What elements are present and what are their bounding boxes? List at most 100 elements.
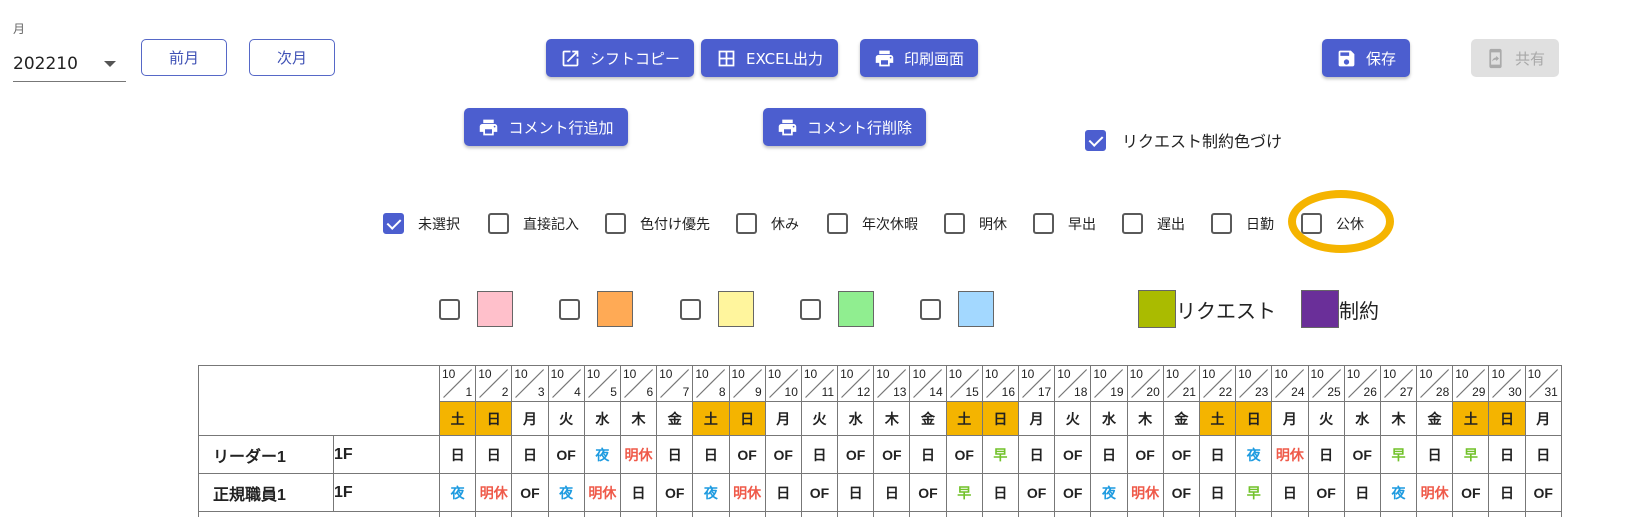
- shift-cell[interactable]: 夜: [438, 473, 477, 512]
- shift-cell[interactable]: 日: [800, 435, 839, 474]
- shift-cell[interactable]: OF: [1126, 435, 1164, 474]
- shift-cell[interactable]: 夜: [547, 473, 585, 512]
- shift-cell[interactable]: [1452, 511, 1490, 517]
- shift-cell[interactable]: 夜: [1235, 435, 1273, 474]
- shift-cell[interactable]: [1090, 511, 1128, 517]
- shift-cell[interactable]: OF: [1162, 435, 1200, 474]
- shift-cell[interactable]: 日: [909, 435, 947, 474]
- shift-cell[interactable]: 早: [1235, 473, 1273, 512]
- shift-cell[interactable]: OF: [1054, 473, 1092, 512]
- shift-cell[interactable]: 日: [981, 473, 1020, 512]
- shift-cell[interactable]: [1416, 511, 1454, 517]
- prev-month-button[interactable]: 前月: [141, 39, 227, 76]
- shift-cell[interactable]: OF: [873, 435, 911, 474]
- color-checkbox[interactable]: [800, 298, 821, 320]
- request-color-checkbox[interactable]: [1085, 129, 1106, 151]
- shift-cell[interactable]: 日: [1343, 473, 1381, 512]
- shift-cell[interactable]: [583, 511, 621, 517]
- shift-cell[interactable]: [800, 511, 839, 517]
- shift-cell[interactable]: 夜: [583, 435, 621, 474]
- shift-cell[interactable]: OF: [547, 435, 585, 474]
- shift-cell[interactable]: 早: [1379, 435, 1418, 474]
- shift-cell[interactable]: 明休: [583, 473, 621, 512]
- shift-cell[interactable]: 日: [1198, 435, 1237, 474]
- month-select[interactable]: 202210: [13, 46, 126, 82]
- shift-cell[interactable]: [909, 511, 947, 517]
- shift-cell[interactable]: [1235, 511, 1273, 517]
- filter-checkbox[interactable]: [1122, 213, 1143, 234]
- filter-checkbox[interactable]: [488, 213, 509, 234]
- shift-cell[interactable]: [1271, 511, 1309, 517]
- filter-checkbox[interactable]: [944, 213, 965, 234]
- color-option-yellow[interactable]: [680, 291, 754, 327]
- next-month-button[interactable]: 次月: [249, 39, 335, 76]
- shift-cell[interactable]: [619, 511, 658, 517]
- shift-cell[interactable]: 明休: [1416, 473, 1454, 512]
- color-checkbox[interactable]: [439, 298, 460, 320]
- shift-cell[interactable]: OF: [945, 435, 983, 474]
- shift-cell[interactable]: [1198, 511, 1237, 517]
- shift-cell[interactable]: [547, 511, 585, 517]
- shift-cell[interactable]: 夜: [692, 473, 730, 512]
- delete-comment-row-button[interactable]: コメント行削除: [763, 108, 926, 146]
- shift-cell[interactable]: 明休: [475, 473, 513, 512]
- shift-cell[interactable]: [1343, 511, 1381, 517]
- shift-cell[interactable]: [1162, 511, 1200, 517]
- shift-cell[interactable]: 日: [692, 435, 730, 474]
- shift-cell[interactable]: [1524, 511, 1562, 517]
- shift-cell[interactable]: OF: [837, 435, 875, 474]
- shift-cell[interactable]: 日: [1524, 435, 1562, 474]
- shift-cell[interactable]: 日: [438, 435, 477, 474]
- shift-cell[interactable]: OF: [656, 473, 694, 512]
- shift-cell[interactable]: 日: [619, 473, 658, 512]
- shift-cell[interactable]: 明休: [619, 435, 658, 474]
- shift-cell[interactable]: OF: [1017, 473, 1056, 512]
- color-option-green[interactable]: [800, 291, 874, 327]
- shift-cell[interactable]: 明休: [728, 473, 766, 512]
- filter-checkbox[interactable]: [383, 213, 404, 234]
- filter-early-shift[interactable]: 早出: [1033, 213, 1096, 234]
- shift-cell[interactable]: OF: [511, 473, 549, 512]
- shift-cell[interactable]: [511, 511, 549, 517]
- shift-cell[interactable]: [837, 511, 875, 517]
- filter-checkbox[interactable]: [736, 213, 757, 234]
- filter-checkbox[interactable]: [1211, 213, 1232, 234]
- shift-cell[interactable]: [945, 511, 983, 517]
- filter-checkbox[interactable]: [605, 213, 626, 234]
- shift-cell[interactable]: 日: [656, 435, 694, 474]
- shift-cell[interactable]: 夜: [1090, 473, 1128, 512]
- filter-checkbox[interactable]: [1033, 213, 1054, 234]
- shift-copy-button[interactable]: シフトコピー: [546, 39, 694, 77]
- shift-cell[interactable]: [656, 511, 694, 517]
- shift-cell[interactable]: 早: [945, 473, 983, 512]
- shift-cell[interactable]: OF: [764, 435, 802, 474]
- shift-cell[interactable]: [1017, 511, 1056, 517]
- shift-cell[interactable]: [1379, 511, 1418, 517]
- color-option-pink[interactable]: [439, 291, 513, 327]
- shift-cell[interactable]: OF: [1524, 473, 1562, 512]
- shift-cell[interactable]: 夜: [1379, 473, 1418, 512]
- filter-annual-leave[interactable]: 年次休暇: [827, 213, 918, 234]
- shift-cell[interactable]: OF: [728, 435, 766, 474]
- filter-direct-entry[interactable]: 直接記入: [488, 213, 579, 234]
- shift-cell[interactable]: [1054, 511, 1092, 517]
- shift-cell[interactable]: 日: [764, 473, 802, 512]
- shift-cell[interactable]: 日: [1198, 473, 1237, 512]
- shift-cell[interactable]: 日: [1271, 473, 1309, 512]
- shift-cell[interactable]: 日: [1090, 435, 1128, 474]
- filter-unselected[interactable]: 未選択: [383, 213, 460, 234]
- shift-cell[interactable]: 日: [837, 473, 875, 512]
- shift-cell[interactable]: [873, 511, 911, 517]
- shift-cell[interactable]: 早: [981, 435, 1020, 474]
- color-option-blue[interactable]: [920, 291, 994, 327]
- shift-cell[interactable]: [475, 511, 513, 517]
- shift-cell[interactable]: 日: [1017, 435, 1056, 474]
- share-button[interactable]: 共有: [1471, 39, 1559, 77]
- shift-cell[interactable]: 日: [475, 435, 513, 474]
- filter-color-priority[interactable]: 色付け優先: [605, 213, 710, 234]
- shift-cell[interactable]: 明休: [1271, 435, 1309, 474]
- shift-cell[interactable]: [438, 511, 477, 517]
- shift-cell[interactable]: 日: [1416, 435, 1454, 474]
- shift-cell[interactable]: OF: [1452, 473, 1490, 512]
- shift-cell[interactable]: [692, 511, 730, 517]
